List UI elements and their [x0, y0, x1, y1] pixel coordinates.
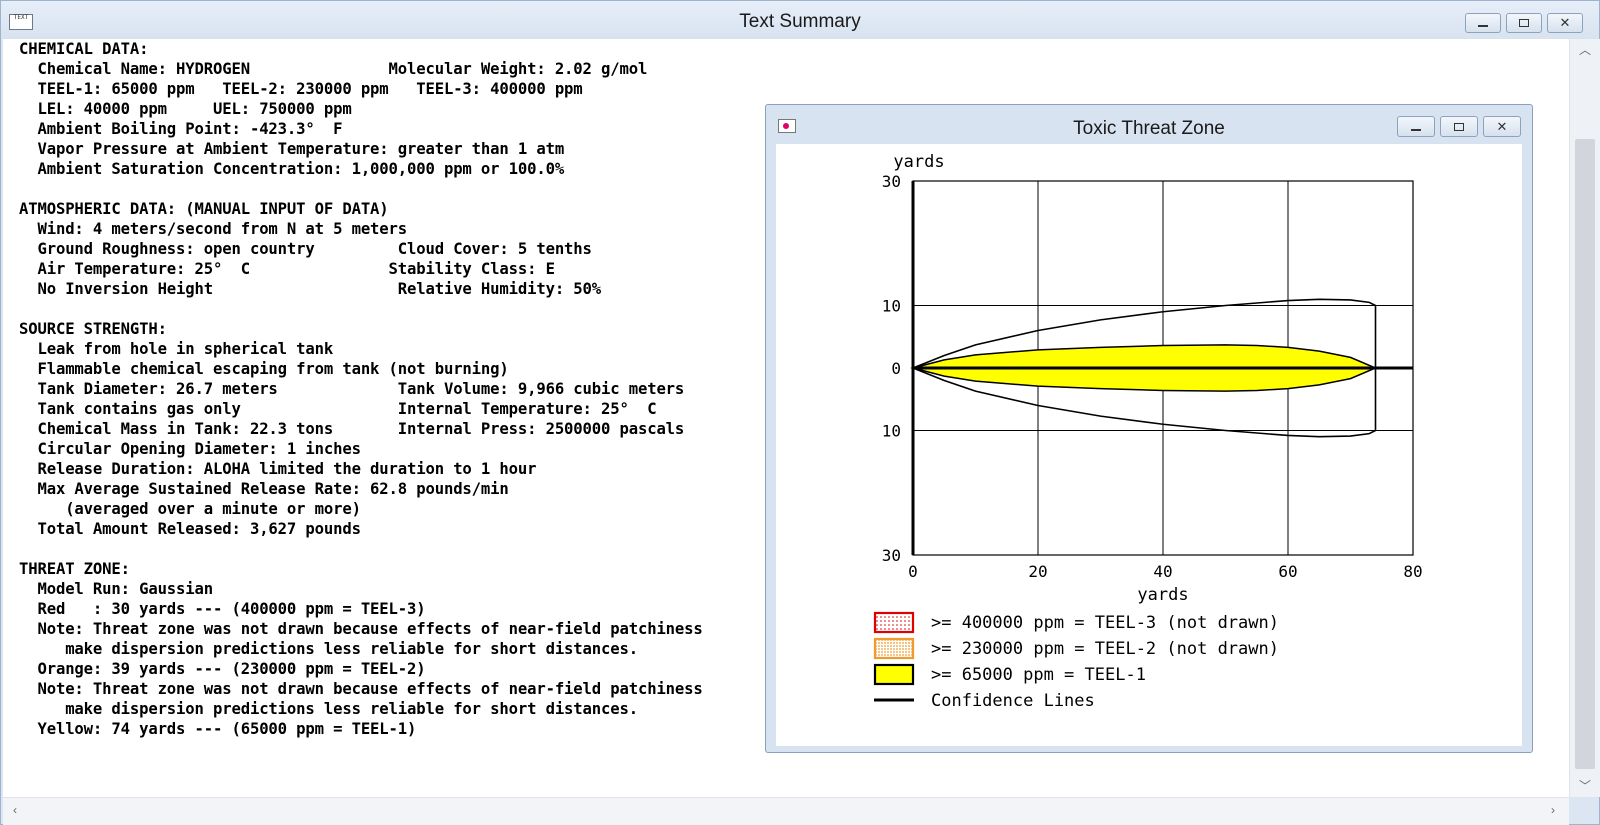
maximize-icon	[1454, 122, 1464, 131]
scroll-down-icon[interactable]: ﹀	[1579, 777, 1591, 794]
y-tick-label: 30	[882, 546, 901, 565]
y-tick-label: 30	[882, 172, 901, 191]
x-tick-label: 20	[1028, 562, 1047, 581]
summary-line: Max Average Sustained Release Rate: 62.8…	[19, 480, 509, 498]
summary-line: Release Duration: ALOHA limited the dura…	[19, 460, 537, 478]
close-icon: ✕	[1496, 118, 1508, 134]
summary-line: Ground Roughness: open country Cloud Cov…	[19, 240, 592, 258]
x-tick-label: 0	[908, 562, 918, 581]
close-icon: ✕	[1559, 15, 1571, 30]
summary-text: CHEMICAL DATA: Chemical Name: HYDROGEN M…	[19, 39, 703, 739]
summary-line: make dispersion predictions less reliabl…	[19, 700, 638, 718]
y-tick-label: 0	[891, 359, 901, 378]
scroll-left-icon[interactable]: ‹	[13, 803, 17, 817]
toxic-threat-zone-window[interactable]: Toxic Threat Zone ✕ 0 20 40 60 80 30 10 0 10 30 ya…	[765, 104, 1533, 753]
summary-line: Vapor Pressure at Ambient Temperature: g…	[19, 140, 565, 158]
maximize-icon	[1519, 19, 1529, 27]
horizontal-scrollbar[interactable]: ‹ ›	[3, 797, 1569, 825]
y-axis-label: yards	[893, 152, 944, 172]
y-tick-label: 10	[882, 422, 901, 441]
summary-line: No Inversion Height Relative Humidity: 5…	[19, 280, 602, 298]
x-tick-label: 80	[1403, 562, 1422, 581]
threat-maximize-button[interactable]	[1440, 116, 1478, 137]
legend-label: >= 400000 ppm = TEEL-3 (not drawn)	[931, 613, 1279, 633]
summary-line: Total Amount Released: 3,627 pounds	[19, 520, 361, 538]
threat-close-button[interactable]: ✕	[1483, 116, 1521, 137]
y-tick-label: 10	[882, 297, 901, 316]
vertical-scrollbar[interactable]: ︿ ﹀	[1569, 39, 1600, 797]
close-button[interactable]: ✕	[1547, 13, 1583, 33]
threat-zone-chart: 0 20 40 60 80301001030yardsyards>= 400000 pp…	[873, 152, 1423, 711]
summary-line: Note: Threat zone was not drawn because …	[19, 680, 703, 698]
x-axis-label: yards	[1137, 585, 1188, 605]
minimize-button[interactable]	[1465, 13, 1501, 33]
summary-line: Ambient Boiling Point: -423.3° F	[19, 120, 343, 138]
summary-line: Tank Diameter: 26.7 meters Tank Volume: …	[19, 380, 685, 398]
threat-minimize-button[interactable]	[1397, 116, 1435, 137]
summary-line: Chemical Mass in Tank: 22.3 tons Interna…	[19, 420, 685, 438]
summary-line: Ambient Saturation Concentration: 1,000,…	[19, 160, 565, 178]
summary-line: TEEL-1: 65000 ppm TEEL-2: 230000 ppm TEE…	[19, 80, 583, 98]
window-title: Text Summary	[739, 11, 861, 32]
summary-line: Model Run: Gaussian	[19, 580, 214, 598]
x-tick-label: 40	[1153, 562, 1172, 581]
scroll-up-icon[interactable]: ︿	[1579, 41, 1591, 58]
summary-line: CHEMICAL DATA:	[19, 40, 149, 58]
summary-line: Air Temperature: 25° C Stability Class: …	[19, 260, 555, 278]
summary-line: THREAT ZONE:	[19, 560, 130, 578]
summary-line: ATMOSPHERIC DATA: (MANUAL INPUT OF DATA)	[19, 200, 389, 218]
legend-swatch	[873, 663, 915, 686]
minimize-icon	[1411, 128, 1421, 131]
threat-zone-plot-area: 0 20 40 60 80 30 10 0 10 30 yards yards >= 400000 pp…	[776, 144, 1522, 746]
summary-line: Tank contains gas only Internal Temperat…	[19, 400, 657, 418]
summary-line: make dispersion predictions less reliabl…	[19, 640, 638, 658]
summary-line: Red : 30 yards --- (400000 ppm = TEEL-3)	[19, 600, 426, 618]
scroll-right-icon[interactable]: ›	[1551, 803, 1555, 817]
legend-label: >= 230000 ppm = TEEL-2 (not drawn)	[931, 639, 1279, 659]
summary-line: Note: Threat zone was not drawn because …	[19, 620, 703, 638]
legend-label: Confidence Lines	[931, 691, 1095, 711]
summary-line: Wind: 4 meters/second from N at 5 meters	[19, 220, 408, 238]
legend-swatch	[873, 611, 915, 634]
summary-line: (averaged over a minute or more)	[19, 500, 361, 518]
summary-line: Chemical Name: HYDROGEN Molecular Weight…	[19, 60, 648, 78]
maximize-button[interactable]	[1506, 13, 1542, 33]
summary-line: SOURCE STRENGTH:	[19, 320, 167, 338]
legend-swatch	[873, 637, 915, 660]
summary-line: Flammable chemical escaping from tank (n…	[19, 360, 509, 378]
vertical-scroll-thumb[interactable]	[1575, 139, 1595, 769]
minimize-icon	[1478, 25, 1488, 27]
summary-line: Leak from hole in spherical tank	[19, 340, 334, 358]
title-bar[interactable]: TEXT Text Summary ✕	[1, 1, 1599, 39]
summary-line: LEL: 40000 ppm UEL: 750000 ppm	[19, 100, 352, 118]
legend-label: >= 65000 ppm = TEEL-1	[931, 665, 1146, 685]
summary-line: Circular Opening Diameter: 1 inches	[19, 440, 361, 458]
summary-line: Orange: 39 yards --- (230000 ppm = TEEL-…	[19, 660, 426, 678]
summary-line: Yellow: 74 yards --- (65000 ppm = TEEL-1…	[19, 720, 417, 738]
x-tick-label: 60	[1278, 562, 1297, 581]
